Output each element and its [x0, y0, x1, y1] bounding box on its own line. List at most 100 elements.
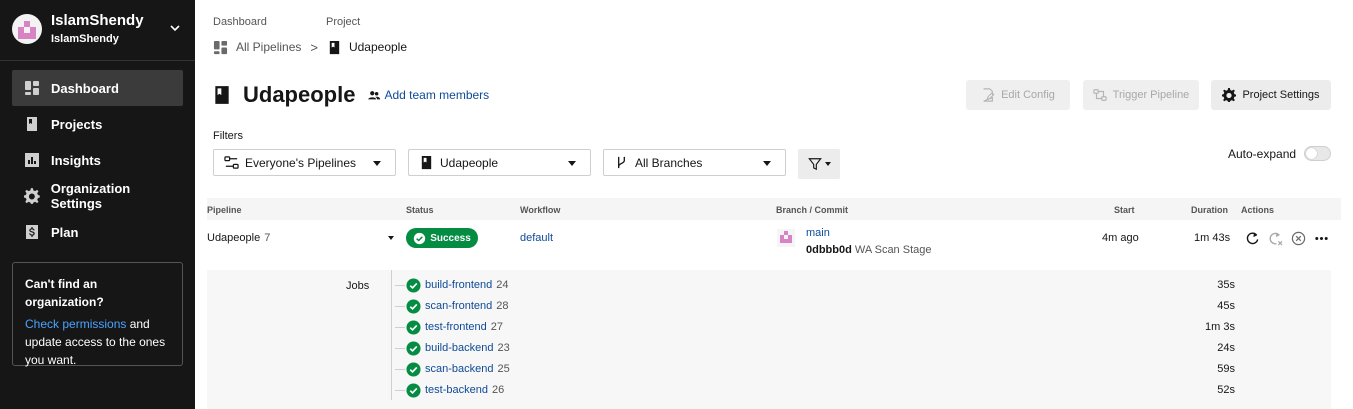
job-number: 28 — [496, 300, 509, 312]
dashboard-icon — [25, 81, 39, 95]
check-circle-icon — [406, 278, 421, 293]
trigger-pipeline-button[interactable]: Trigger Pipeline — [1083, 80, 1199, 110]
chevron-down-icon[interactable] — [169, 22, 181, 34]
connector-tick — [395, 327, 405, 328]
breadcrumb-project[interactable]: Udapeople — [327, 40, 407, 55]
commit-avatar — [777, 229, 795, 247]
table-row: Udapeople 7 Success default main 0dbbb0d W… — [207, 222, 1341, 262]
sidebar-item-dashboard[interactable]: Dashboard — [12, 70, 183, 106]
job-name-label: build-frontend — [425, 279, 493, 291]
status-label: Success — [430, 232, 471, 244]
org-switcher[interactable]: IslamShendy IslamShendy — [12, 12, 187, 46]
branch-filter-value: All Branches — [635, 155, 703, 170]
connector-tick — [395, 306, 405, 307]
col-start: Start — [1114, 205, 1135, 215]
breadcrumb-label-dashboard: Dashboard — [213, 16, 267, 28]
status-badge[interactable]: Success — [406, 228, 478, 248]
job-name[interactable]: build-backend 23 — [425, 342, 510, 354]
project-icon — [329, 40, 340, 54]
check-circle-icon — [406, 299, 421, 314]
list-item[interactable]: scan-backend 25 59s — [395, 362, 1235, 378]
list-item[interactable]: scan-frontend 28 45s — [395, 299, 1235, 315]
job-name[interactable]: build-frontend 24 — [425, 279, 509, 291]
sidebar-item-plan[interactable]: Plan — [12, 214, 183, 250]
start-time: 4m ago — [1102, 232, 1139, 244]
workflow-link[interactable]: default — [520, 232, 553, 244]
filters-label: Filters — [213, 130, 243, 142]
help-text-block: Check permissions and update access to t… — [25, 315, 170, 369]
caret-down-icon — [824, 162, 831, 166]
org-avatar — [12, 14, 42, 44]
branch-icon — [618, 156, 625, 169]
sidebar-item-insights[interactable]: Insights — [12, 142, 183, 178]
edit-config-button[interactable]: Edit Config — [966, 80, 1070, 110]
advanced-filter-button[interactable] — [798, 149, 840, 179]
col-actions: Actions — [1241, 205, 1275, 215]
gear-icon — [1222, 88, 1237, 102]
job-name-label: scan-backend — [425, 363, 494, 375]
col-status: Status — [406, 205, 434, 215]
job-number: 24 — [496, 279, 509, 291]
pipeline-name[interactable]: Udapeople 7 — [207, 232, 270, 244]
check-permissions-link[interactable]: Check permissions — [25, 317, 126, 331]
job-duration: 35s — [1217, 279, 1235, 291]
connector-tick — [395, 348, 405, 349]
duration: 1m 43s — [1194, 232, 1231, 244]
sidebar-item-projects[interactable]: Projects — [12, 106, 183, 142]
col-pipeline: Pipeline — [207, 205, 242, 215]
cancel-icon[interactable] — [1291, 231, 1306, 246]
connector-tick — [395, 369, 405, 370]
pipelines-filter-select[interactable]: Everyone's Pipelines — [213, 149, 396, 176]
auto-expand-toggle[interactable] — [1304, 146, 1331, 161]
breadcrumb-all-pipelines[interactable]: All Pipelines — [213, 40, 301, 55]
project-filter-value: Udapeople — [440, 155, 499, 170]
toggle-knob — [1306, 148, 1317, 159]
check-circle-icon — [414, 232, 426, 244]
add-team-members-label: Add team members — [384, 88, 490, 102]
dashboard-icon — [213, 40, 228, 54]
job-name[interactable]: scan-backend 25 — [425, 363, 510, 375]
row-expand-icon[interactable] — [388, 236, 394, 240]
job-name-label: test-frontend — [425, 321, 487, 333]
rerun-icon[interactable] — [1245, 231, 1260, 246]
check-circle-icon — [406, 320, 421, 335]
list-item[interactable]: test-backend 26 52s — [395, 383, 1235, 399]
jobs-connector-line — [391, 270, 392, 400]
list-item[interactable]: build-backend 23 24s — [395, 341, 1235, 357]
job-duration: 52s — [1217, 384, 1235, 396]
check-circle-icon — [406, 341, 421, 356]
breadcrumb-label-project: Project — [326, 16, 361, 28]
dollar-icon — [26, 225, 38, 239]
job-name[interactable]: scan-frontend 28 — [425, 300, 509, 312]
job-name[interactable]: test-frontend 27 — [425, 321, 503, 333]
project-filter-select[interactable]: Udapeople — [408, 149, 591, 176]
page-title: Udapeople — [243, 82, 356, 107]
commit-info[interactable]: 0dbbb0d WA Scan Stage — [806, 244, 931, 256]
org-username: IslamShendy — [51, 33, 119, 45]
pipelines-icon — [224, 156, 239, 169]
jobs-label: Jobs — [346, 280, 370, 292]
branch-link[interactable]: main — [806, 227, 830, 239]
job-name-label: scan-frontend — [425, 300, 493, 312]
caret-down-icon — [763, 161, 771, 166]
branch-filter-select[interactable]: All Branches — [603, 149, 786, 176]
breadcrumb: All Pipelines > Udapeople — [213, 38, 407, 56]
list-item[interactable]: build-frontend 24 35s — [395, 278, 1235, 294]
project-settings-button[interactable]: Project Settings — [1211, 80, 1331, 110]
add-team-members-link[interactable]: Add team members — [367, 88, 489, 102]
gear-icon — [24, 188, 40, 204]
more-icon[interactable] — [1314, 231, 1329, 246]
project-icon — [421, 155, 432, 170]
team-icon — [368, 91, 381, 100]
rerun-failed-icon[interactable] — [1268, 231, 1283, 246]
filter-icon — [807, 158, 822, 171]
list-item[interactable]: test-frontend 27 1m 3s — [395, 320, 1235, 336]
col-branch-commit: Branch / Commit — [776, 205, 849, 215]
connector-tick — [395, 285, 405, 286]
sidebar-item-organization-settings[interactable]: Organization Settings — [12, 178, 183, 214]
job-duration: 1m 3s — [1205, 321, 1235, 333]
sidebar-item-label: Dashboard — [51, 80, 119, 96]
job-name[interactable]: test-backend 26 — [425, 384, 504, 396]
trigger-pipeline-icon — [1092, 89, 1107, 101]
edit-file-icon — [983, 88, 995, 102]
